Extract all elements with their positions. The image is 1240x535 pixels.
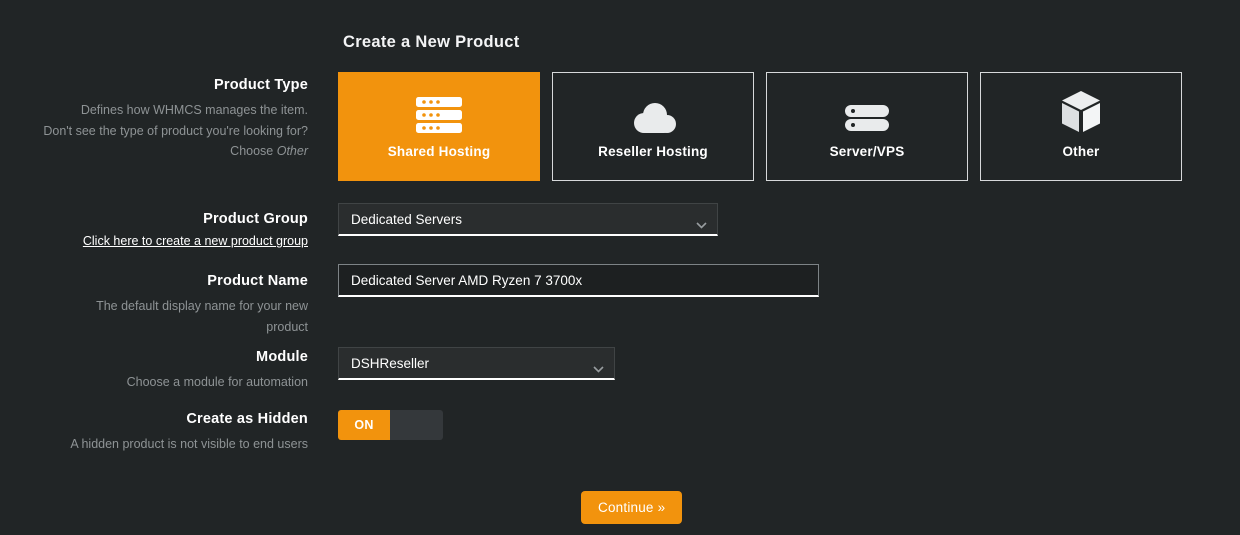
create-hidden-label-block: Create as Hidden A hidden product is not… [28,411,308,455]
server-icon [842,95,892,135]
card-label: Reseller Hosting [598,144,708,159]
product-group-label-block: Product Group Click here to create a new… [28,211,308,250]
product-name-help: The default display name for your new pr… [28,296,308,337]
chevron-down-icon [696,217,707,232]
product-type-help-em: Other [277,144,308,158]
continue-button[interactable]: Continue » [581,491,682,524]
product-name-label-block: Product Name The default display name fo… [28,273,308,337]
toggle-off-segment [390,410,443,440]
create-group-link[interactable]: Click here to create a new product group [83,234,308,248]
module-value: DSHReseller [351,356,429,371]
chevron-down-icon [593,361,604,376]
card-label: Server/VPS [830,144,905,159]
product-type-options: Shared Hosting Reseller Hosting [338,72,1182,181]
card-shared-hosting[interactable]: Shared Hosting [338,72,540,181]
module-label: Module [28,349,308,365]
product-type-help-line1: Defines how WHMCS manages the item. [81,103,308,117]
product-group-value: Dedicated Servers [351,212,462,227]
product-name-label: Product Name [28,273,308,289]
module-label-block: Module Choose a module for automation [28,349,308,393]
cloud-icon [627,95,679,135]
create-hidden-help: A hidden product is not visible to end u… [28,434,308,455]
product-group-label: Product Group [28,211,308,227]
product-name-input[interactable] [338,264,819,297]
product-type-help: Defines how WHMCS manages the item. Don'… [28,100,308,162]
toggle-on-segment: ON [338,410,390,440]
product-group-select[interactable]: Dedicated Servers [338,203,718,236]
card-reseller-hosting[interactable]: Reseller Hosting [552,72,754,181]
product-type-label: Product Type [28,77,308,93]
page-title: Create a New Product [343,33,520,52]
module-help: Choose a module for automation [28,372,308,393]
create-hidden-label: Create as Hidden [28,411,308,427]
servers-icon [416,95,462,135]
module-select[interactable]: DSHReseller [338,347,615,380]
card-label: Other [1062,144,1099,159]
cube-icon [1059,95,1103,135]
product-type-label-block: Product Type Defines how WHMCS manages t… [28,77,308,162]
card-server-vps[interactable]: Server/VPS [766,72,968,181]
create-hidden-toggle[interactable]: ON [338,410,443,440]
card-label: Shared Hosting [388,144,491,159]
card-other[interactable]: Other [980,72,1182,181]
product-type-help-line2: Don't see the type of product you're loo… [43,124,308,159]
